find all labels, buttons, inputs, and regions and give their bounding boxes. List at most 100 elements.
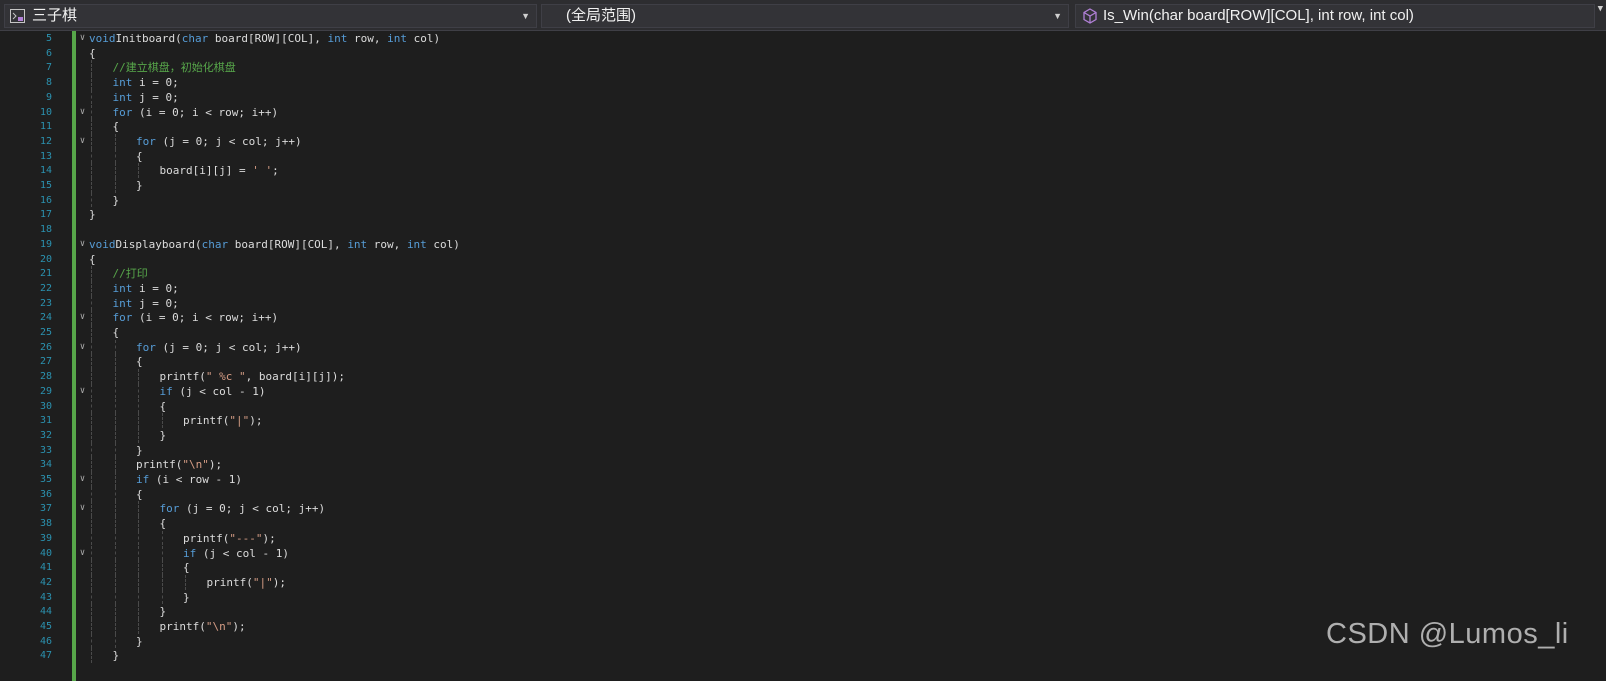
code-line[interactable]: 8 int i = 0; — [0, 75, 1600, 90]
code-line[interactable]: 38 { — [0, 516, 1600, 531]
indent-guide — [138, 560, 139, 575]
code-line[interactable]: 29 ∨ if (j < col - 1) — [0, 383, 1600, 399]
indent-guide — [91, 633, 92, 649]
code-line[interactable]: 17} — [0, 207, 1600, 222]
code-line[interactable]: 42 printf("|"); — [0, 574, 1600, 590]
indent-guide — [114, 574, 116, 590]
code-line[interactable]: 31 printf("|"); — [0, 413, 1600, 428]
fold-toggle-icon[interactable]: ∨ — [78, 340, 87, 355]
code-line[interactable]: 15} — [0, 178, 1600, 193]
fold-toggle-icon[interactable]: ∨ — [78, 134, 87, 149]
line-number: 41 — [39, 562, 52, 574]
code-text: } — [136, 634, 143, 649]
code-line[interactable]: 21 //打印 — [0, 266, 1600, 281]
code-token: } — [183, 590, 190, 604]
code-token: Initboard( — [115, 32, 182, 45]
fold-toggle-icon[interactable]: ∨ — [78, 384, 87, 399]
fold-toggle-icon[interactable]: ∨ — [78, 546, 87, 561]
line-number: 35 — [39, 474, 52, 485]
code-line[interactable]: 7 //建立棋盘，初始化棋盘 — [0, 60, 1600, 76]
fold-toggle-icon[interactable]: ∨ — [78, 310, 87, 325]
code-line[interactable]: 19 ∨ voidDisplayboard(char board[ROW][COL]… — [0, 237, 1600, 252]
code-text: printf(" %c ", board[i][j]); — [160, 369, 345, 384]
keyword-token: for — [159, 502, 180, 516]
code-line[interactable]: 27 { — [0, 354, 1600, 370]
code-token: { — [112, 326, 120, 339]
chevron-down-icon[interactable]: ▼ — [1598, 4, 1603, 14]
scope-dropdown[interactable]: (全局范围) ▼ — [541, 4, 1069, 28]
code-line[interactable]: 13 { — [0, 148, 1600, 164]
code-line[interactable]: 14 board[i][j] = ' '; — [0, 163, 1600, 178]
fold-toggle-icon[interactable]: ∨ — [78, 31, 87, 46]
chevron-down-icon[interactable]: ▼ — [1053, 5, 1062, 27]
code-line[interactable]: 18 — [0, 222, 1600, 237]
code-text: } — [136, 178, 143, 193]
line-number: 33 — [39, 444, 52, 456]
indent-guide — [91, 133, 92, 149]
keyword-token: int — [327, 32, 348, 45]
code-line[interactable]: 12 ∨ for (j = 0; j < col; j++) — [0, 133, 1600, 149]
line-number: 43 — [39, 591, 52, 603]
code-token: col) — [426, 237, 460, 251]
code-line[interactable]: 11 { — [0, 119, 1600, 134]
vertical-scrollbar[interactable] — [1596, 31, 1606, 681]
project-dropdown[interactable]: 三子棋 ▼ — [4, 4, 537, 28]
indent-guide — [138, 427, 139, 443]
line-number: 47 — [39, 650, 52, 662]
member-dropdown[interactable]: Is_Win(char board[ROW][COL], int row, in… — [1075, 4, 1595, 28]
code-token: { — [183, 561, 190, 575]
keyword-token: for — [136, 134, 156, 148]
line-number: 38 — [39, 518, 52, 530]
chevron-down-icon[interactable]: ▼ — [521, 5, 530, 27]
code-token: } — [136, 634, 143, 648]
indent-guide — [114, 516, 116, 531]
fold-toggle-icon[interactable]: ∨ — [78, 105, 87, 120]
code-text: int i = 0; — [113, 281, 179, 296]
code-token: { — [136, 149, 143, 163]
code-line[interactable]: 30 { — [0, 398, 1600, 414]
code-text: { — [136, 487, 143, 502]
line-number: 45 — [39, 621, 52, 632]
code-token: { — [89, 46, 96, 60]
code-line[interactable]: 23 int j = 0; — [0, 295, 1600, 311]
code-line[interactable]: 25 { — [0, 325, 1600, 340]
indent-guide — [91, 486, 92, 502]
code-line[interactable]: 5 ∨ voidInitboard(char board[ROW][COL], in… — [0, 31, 1600, 46]
code-line[interactable]: 40 ∨ if (j < col - 1) — [0, 545, 1600, 561]
code-line[interactable]: 22 int i = 0; — [0, 280, 1600, 296]
code-line[interactable]: 9 int j = 0; — [0, 89, 1600, 105]
code-line[interactable]: 28 printf(" %c ", board[i][j]); — [0, 369, 1600, 384]
line-number: 27 — [39, 356, 52, 368]
code-line[interactable]: 43} — [0, 589, 1600, 605]
code-editor[interactable]: 5 ∨ voidInitboard(char board[ROW][COL], in… — [0, 31, 1606, 681]
code-line[interactable]: 37 ∨ for (j = 0; j < col; j++) — [0, 501, 1600, 517]
string-token: "\n" — [205, 620, 233, 633]
code-text: printf("\n"); — [136, 457, 222, 472]
code-line[interactable]: 6{ — [0, 46, 1600, 61]
code-line[interactable]: 16} — [0, 192, 1600, 208]
indent-guide — [91, 266, 92, 281]
code-line[interactable]: 34 printf("\n"); — [0, 457, 1600, 472]
code-line[interactable]: 20 { — [0, 252, 1600, 267]
keyword-token: int — [112, 76, 133, 90]
code-token: j = 0; — [132, 296, 179, 310]
code-line[interactable]: 24 ∨ for (i = 0; i < row; i++) — [0, 310, 1600, 325]
indent-guide — [114, 457, 116, 472]
line-number: 21 — [39, 268, 52, 280]
indent-guide — [114, 383, 116, 399]
code-line[interactable]: 35 ∨ if (i < row - 1) — [0, 472, 1600, 487]
keyword-token: int — [387, 32, 407, 45]
fold-toggle-icon[interactable]: ∨ — [78, 501, 87, 516]
code-token: { — [136, 355, 143, 369]
code-line[interactable]: 10 ∨ for (i = 0; i < row; i++) — [0, 104, 1600, 120]
code-line[interactable]: 26 ∨ for (j = 0; j < col; j++) — [0, 339, 1600, 355]
fold-toggle-icon[interactable]: ∨ — [78, 237, 87, 252]
code-line[interactable]: 36 { — [0, 486, 1600, 502]
code-line[interactable]: 32} — [0, 427, 1600, 443]
indent-guide — [91, 457, 92, 472]
code-line[interactable]: 41 { — [0, 560, 1600, 575]
fold-toggle-icon[interactable]: ∨ — [78, 472, 87, 487]
code-line[interactable]: 39 printf("---"); — [0, 530, 1600, 546]
code-line[interactable]: 33} — [0, 442, 1600, 458]
indent-guide — [114, 133, 116, 149]
